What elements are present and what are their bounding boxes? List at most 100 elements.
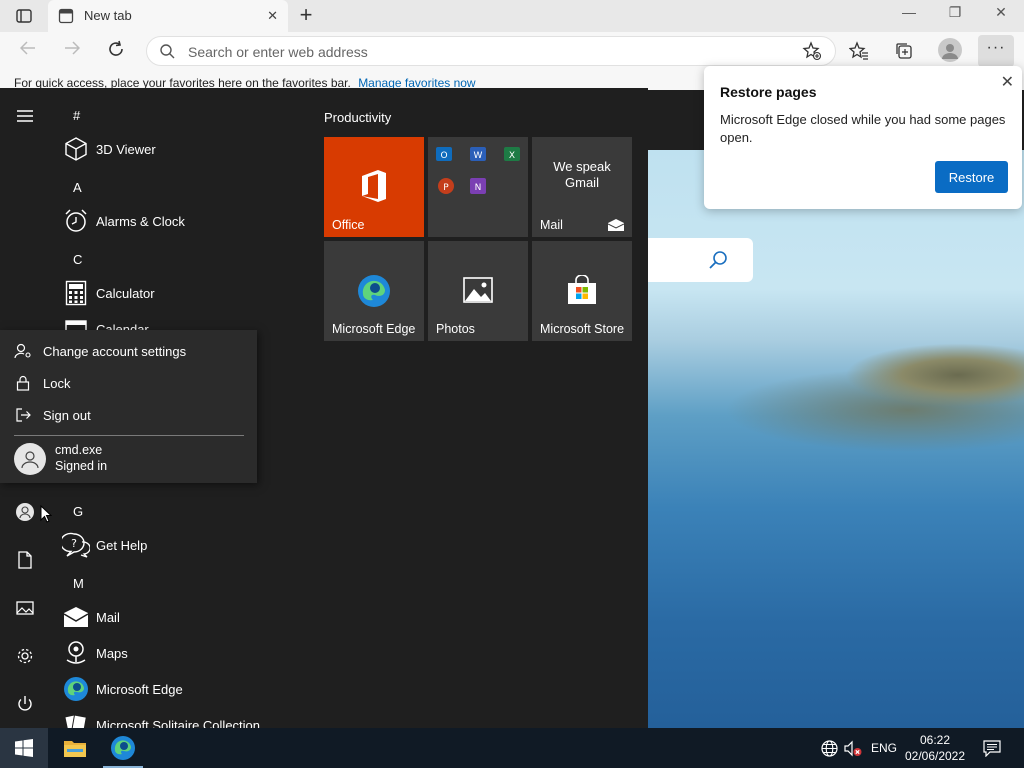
app-mail[interactable]: Mail — [62, 603, 292, 633]
tile-label: Office — [332, 218, 365, 232]
tab-actions-icon — [16, 9, 32, 23]
documents-button[interactable] — [13, 548, 37, 572]
expand-menu-button[interactable] — [13, 104, 37, 128]
letter-header[interactable]: C — [73, 252, 82, 267]
restore-button[interactable]: Restore — [935, 161, 1008, 193]
tile-office-apps-folder[interactable]: O W X P N — [428, 137, 528, 237]
settings-more-button[interactable]: ··· — [978, 35, 1014, 67]
edge-icon — [111, 736, 135, 760]
account-settings-icon — [14, 343, 32, 359]
user-avatar-icon — [21, 451, 39, 469]
edge-taskbar-button[interactable] — [99, 728, 147, 768]
power-icon — [18, 696, 32, 711]
minimize-button[interactable]: — — [889, 4, 929, 26]
svg-text:?: ? — [71, 537, 77, 550]
network-button[interactable] — [820, 739, 838, 757]
notifications-icon — [983, 739, 1001, 757]
letter-header[interactable]: A — [73, 180, 82, 195]
lock-item[interactable]: Lock — [14, 372, 244, 394]
back-button[interactable] — [16, 40, 40, 62]
page-search-icon — [707, 249, 729, 274]
globe-icon — [820, 739, 838, 757]
add-favorite-button[interactable] — [800, 40, 824, 62]
tab-strip: New tab ✕ + — ❐ ✕ — [0, 0, 1024, 32]
tab-new-tab[interactable]: New tab ✕ — [48, 0, 288, 32]
taskbar-clock[interactable]: 06:22 02/06/2022 — [900, 732, 970, 764]
collections-button[interactable] — [892, 40, 916, 62]
avatar — [14, 443, 46, 475]
favorites-button[interactable] — [847, 40, 871, 62]
account-flyout: Change account settings Lock Sign out cm… — [0, 330, 257, 483]
address-bar[interactable]: Search or enter web address — [146, 36, 836, 66]
start-button[interactable] — [0, 728, 48, 768]
tile-office[interactable]: Office — [324, 137, 424, 237]
sign-out-icon — [14, 407, 32, 423]
tab-title: New tab — [84, 8, 132, 23]
tab-close-button[interactable]: ✕ — [267, 8, 278, 24]
new-tab-button[interactable]: + — [294, 4, 318, 28]
app-get-help[interactable]: ? Get Help — [62, 531, 292, 561]
letter-header[interactable]: # — [73, 108, 80, 123]
letter-header[interactable]: G — [73, 504, 83, 519]
page-search-box[interactable] — [648, 238, 753, 282]
profile-button[interactable] — [938, 38, 962, 62]
app-label: 3D Viewer — [96, 142, 156, 157]
refresh-icon — [109, 40, 123, 56]
tile-photos[interactable]: Photos — [428, 241, 528, 341]
restore-window-button[interactable]: ❐ — [935, 4, 975, 26]
tab-actions-button[interactable] — [10, 6, 38, 26]
popup-close-button[interactable]: ✕ — [1001, 72, 1014, 92]
user-status: Signed in — [55, 459, 108, 473]
current-user-item[interactable]: cmd.exe Signed in — [14, 442, 244, 478]
svg-text:X: X — [509, 151, 515, 161]
svg-text:W: W — [474, 151, 483, 161]
letter-header[interactable]: M — [73, 576, 84, 591]
popup-title: Restore pages — [720, 84, 817, 100]
volume-button[interactable] — [844, 739, 862, 757]
svg-text:O: O — [440, 151, 447, 161]
app-calculator[interactable]: Calculator — [62, 279, 292, 309]
input-language-indicator[interactable]: ENG — [871, 741, 897, 755]
store-icon — [532, 275, 632, 305]
tile-mail[interactable]: We speak Gmail Mail — [532, 137, 632, 237]
restore-pages-popup: Restore pages ✕ Microsoft Edge closed wh… — [704, 66, 1022, 209]
app-solitaire[interactable]: Microsoft Solitaire Collection — [62, 711, 292, 728]
settings-button[interactable] — [13, 644, 37, 668]
tile-microsoft-store[interactable]: Microsoft Store — [532, 241, 632, 341]
app-microsoft-edge[interactable]: Microsoft Edge — [62, 675, 292, 705]
tile-label: Microsoft Store — [540, 322, 625, 336]
tiles-group-header[interactable]: Productivity — [324, 110, 391, 125]
favorites-icon — [849, 41, 868, 60]
maps-icon — [62, 639, 90, 667]
back-arrow-icon — [19, 41, 35, 55]
account-button[interactable] — [13, 500, 37, 524]
clock-time: 06:22 — [919, 733, 951, 747]
windows-logo-icon — [15, 739, 33, 757]
power-button[interactable] — [13, 692, 37, 716]
clock-date: 02/06/2022 — [904, 749, 966, 763]
browser-toolbar: Search or enter web address ··· — [0, 32, 1024, 70]
app-label: Mail — [96, 610, 120, 625]
refresh-button[interactable] — [104, 40, 128, 62]
file-explorer-taskbar-button[interactable] — [51, 728, 99, 768]
folder-icon — [64, 741, 86, 757]
sign-out-item[interactable]: Sign out — [14, 404, 244, 426]
popup-message: Microsoft Edge closed while you had some… — [720, 112, 1006, 145]
pictures-button[interactable] — [13, 596, 37, 620]
edge-tile-icon — [324, 274, 424, 308]
alarm-clock-icon — [62, 207, 90, 235]
tile-microsoft-edge[interactable]: Microsoft Edge — [324, 241, 424, 341]
close-window-button[interactable]: ✕ — [981, 4, 1021, 26]
star-add-icon — [802, 41, 822, 61]
office-icon — [324, 169, 424, 203]
app-3d-viewer[interactable]: 3D Viewer — [62, 135, 292, 165]
forward-button[interactable] — [60, 40, 84, 62]
change-account-settings-item[interactable]: Change account settings — [14, 340, 244, 362]
user-name: cmd.exe — [55, 443, 103, 457]
action-center-button[interactable] — [983, 739, 1001, 757]
flyout-divider — [14, 435, 244, 436]
app-alarms-clock[interactable]: Alarms & Clock — [62, 207, 292, 237]
user-icon — [16, 503, 34, 521]
app-maps[interactable]: Maps — [62, 639, 292, 669]
cube-icon — [62, 135, 90, 163]
